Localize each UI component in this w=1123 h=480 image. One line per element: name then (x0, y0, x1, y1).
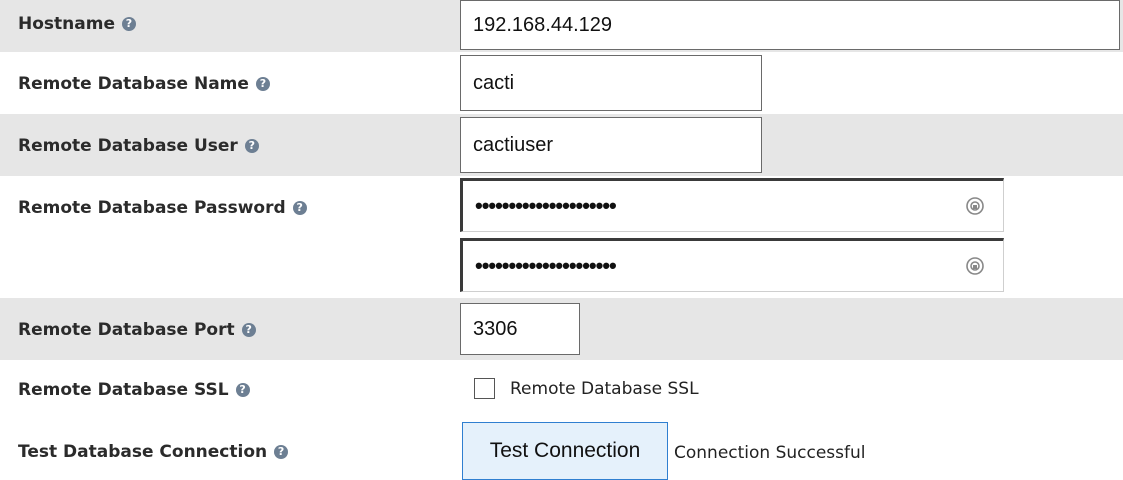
db-port-label-text: Remote Database Port (18, 320, 235, 340)
reveal-password-icon[interactable] (965, 256, 985, 276)
reveal-password-icon[interactable] (965, 196, 985, 216)
db-port-value: 3306 (473, 317, 518, 340)
db-user-input[interactable]: cactiuser (460, 117, 762, 173)
help-icon[interactable]: ? (292, 201, 307, 215)
help-icon[interactable]: ? (121, 17, 136, 31)
db-user-label-text: Remote Database User (18, 136, 238, 156)
db-ssl-label-text: Remote Database SSL (18, 380, 229, 400)
db-ssl-label: Remote Database SSL ? (18, 380, 250, 400)
test-connection-label: Test Database Connection ? (18, 442, 289, 462)
db-name-input[interactable]: cacti (460, 55, 762, 111)
db-port-row: Remote Database Port ? 3306 (0, 298, 1123, 360)
db-ssl-row: Remote Database SSL ? Remote Database SS… (0, 360, 1123, 418)
db-ssl-checkbox-label[interactable]: Remote Database SSL (510, 379, 699, 399)
db-user-row: Remote Database User ? cactiuser (0, 114, 1123, 176)
db-password-input[interactable]: ••••••••••••••••••••• (460, 178, 1004, 232)
db-ssl-checkbox[interactable] (474, 378, 495, 399)
db-password-row: Remote Database Password ? •••••••••••••… (0, 176, 1123, 298)
hostname-row: Hostname ? 192.168.44.129 (0, 0, 1123, 52)
help-icon[interactable]: ? (235, 383, 250, 397)
db-password-confirm-input[interactable]: ••••••••••••••••••••• (460, 238, 1004, 292)
db-password-value: ••••••••••••••••••••• (475, 193, 617, 218)
connection-status: Connection Successful (674, 443, 866, 463)
db-name-label-text: Remote Database Name (18, 74, 249, 94)
hostname-input[interactable]: 192.168.44.129 (460, 0, 1120, 50)
db-user-label: Remote Database User ? (18, 136, 259, 156)
hostname-value: 192.168.44.129 (473, 13, 613, 36)
db-port-input[interactable]: 3306 (460, 303, 580, 355)
test-connection-row: Test Database Connection ? Test Connecti… (0, 418, 1123, 480)
db-name-label: Remote Database Name ? (18, 74, 270, 94)
db-password-label: Remote Database Password ? (18, 198, 307, 218)
db-port-label: Remote Database Port ? (18, 320, 256, 340)
help-icon[interactable]: ? (255, 77, 270, 91)
help-icon[interactable]: ? (274, 445, 289, 459)
db-user-value: cactiuser (473, 133, 554, 156)
test-connection-label-text: Test Database Connection (18, 442, 268, 462)
help-icon[interactable]: ? (241, 323, 256, 337)
db-name-value: cacti (473, 71, 515, 94)
db-password-label-text: Remote Database Password (18, 198, 286, 218)
db-password-confirm-value: ••••••••••••••••••••• (475, 253, 617, 278)
help-icon[interactable]: ? (244, 139, 259, 153)
db-name-row: Remote Database Name ? cacti (0, 52, 1123, 114)
test-connection-button[interactable]: Test Connection (462, 422, 668, 480)
remote-database-form: Hostname ? 192.168.44.129 Remote Databas… (0, 0, 1123, 480)
hostname-label-text: Hostname (18, 14, 115, 34)
hostname-label: Hostname ? (18, 14, 136, 34)
